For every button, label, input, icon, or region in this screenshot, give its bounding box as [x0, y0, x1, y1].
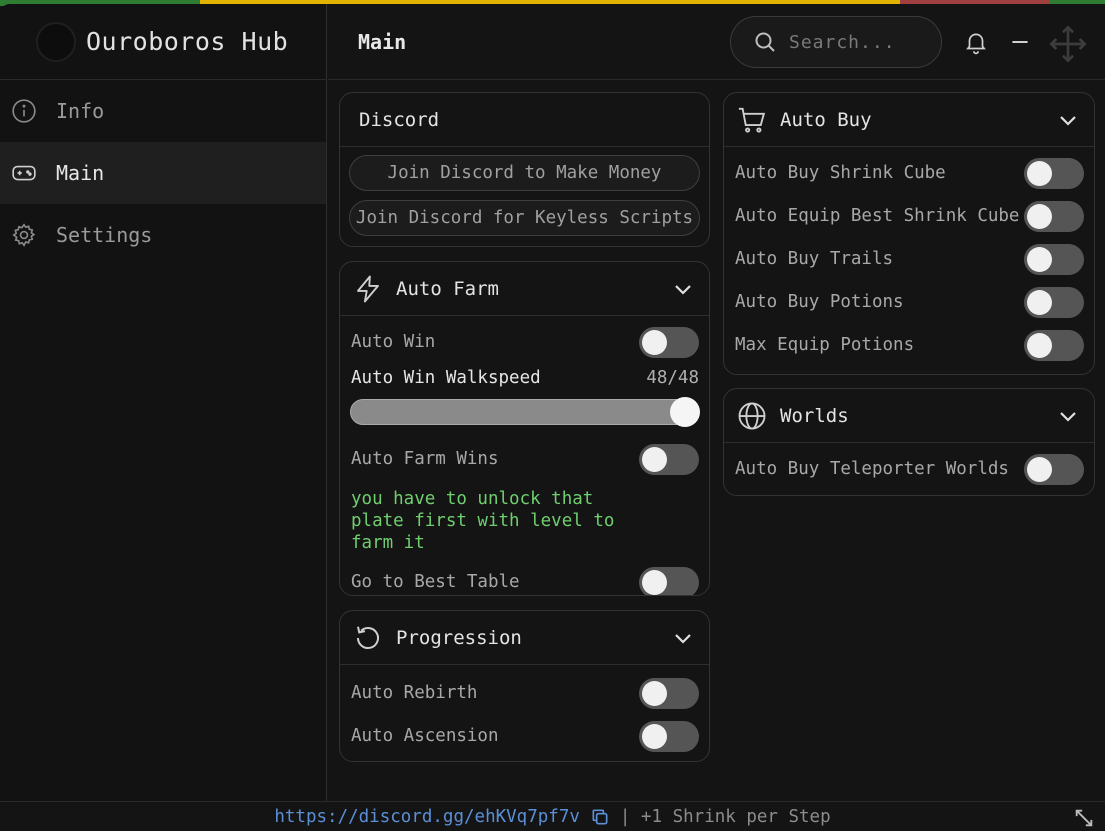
auto-farm-wins-label: Auto Farm Wins [351, 448, 499, 469]
refresh-icon [352, 622, 384, 654]
auto-farm-header[interactable]: Auto Farm [340, 262, 709, 316]
search-input[interactable]: Search... [730, 16, 942, 68]
auto-buy-header[interactable]: Auto Buy [724, 93, 1094, 147]
auto-rebirth-toggle[interactable] [639, 678, 699, 709]
auto-buy-trails-row: Auto Buy Trails [724, 237, 1094, 280]
max-equip-potions-toggle[interactable] [1024, 330, 1084, 361]
auto-ascension-toggle[interactable] [639, 721, 699, 752]
sidebar-item-info[interactable]: Info [0, 80, 326, 142]
auto-equip-best-toggle[interactable] [1024, 201, 1084, 232]
move-icon[interactable] [1048, 24, 1088, 64]
auto-buy-trails-toggle[interactable] [1024, 244, 1084, 275]
walkspeed-slider-label: Auto Win Walkspeed [351, 368, 541, 388]
app-title: Ouroboros Hub [86, 27, 289, 56]
best-table-toggle[interactable] [639, 567, 699, 595]
best-table-label: Go to Best Table [351, 571, 520, 592]
auto-win-row: Auto Win [340, 320, 709, 363]
auto-buy-card: Auto Buy Auto Buy Shrink Cube Auto Equip… [723, 92, 1095, 375]
join-discord-keyless-button[interactable]: Join Discord for Keyless Scripts [349, 200, 700, 236]
sidebar-item-label: Settings [56, 223, 153, 247]
auto-farm-wins-row: Auto Farm Wins [340, 437, 709, 480]
discord-card-header: Discord [340, 93, 709, 147]
chevron-down-icon[interactable] [671, 626, 695, 650]
auto-equip-best-label: Auto Equip Best Shrink Cube [735, 205, 1020, 226]
auto-buy-shrink-cube-toggle[interactable] [1024, 158, 1084, 189]
sidebar: Ouroboros Hub Info Main Settings [0, 4, 327, 801]
sidebar-item-label: Main [56, 161, 105, 185]
minimize-icon[interactable] [1006, 28, 1034, 56]
info-icon [10, 97, 38, 125]
logo [36, 21, 76, 62]
walkspeed-slider-header: Auto Win Walkspeed 48/48 [340, 363, 709, 393]
discord-card-title: Discord [359, 108, 440, 131]
discord-link[interactable]: https://discord.gg/ehKVq7pf7v [274, 807, 580, 827]
walkspeed-slider[interactable] [350, 397, 700, 427]
auto-rebirth-label: Auto Rebirth [351, 682, 478, 703]
auto-win-label: Auto Win [351, 331, 436, 352]
gamepad-icon [10, 159, 38, 187]
cart-icon [736, 104, 768, 136]
globe-icon [736, 400, 768, 432]
max-equip-potions-row: Max Equip Potions [724, 323, 1094, 366]
sidebar-item-main[interactable]: Main [0, 142, 326, 204]
walkspeed-slider-value: 48/48 [646, 368, 699, 388]
auto-win-toggle[interactable] [639, 327, 699, 358]
auto-buy-trails-label: Auto Buy Trails [735, 248, 894, 269]
discord-card: Discord Join Discord to Make Money Join … [339, 92, 710, 247]
chevron-down-icon[interactable] [1056, 404, 1080, 428]
auto-farm-card: Auto Farm Auto Win Auto Win Walkspeed 48… [339, 261, 710, 596]
auto-ascension-row: Auto Ascension [340, 714, 709, 757]
chevron-down-icon[interactable] [671, 277, 695, 301]
worlds-header[interactable]: Worlds [724, 389, 1094, 443]
worlds-card: Worlds Auto Buy Teleporter Worlds [723, 388, 1095, 496]
brand: Ouroboros Hub [0, 4, 326, 80]
sidebar-item-label: Info [56, 99, 105, 123]
search-placeholder: Search... [789, 31, 896, 53]
page-title: Main [358, 29, 407, 54]
bell-icon[interactable] [962, 28, 990, 56]
auto-buy-shrink-cube-label: Auto Buy Shrink Cube [735, 162, 946, 183]
auto-buy-teleporter-toggle[interactable] [1024, 454, 1084, 485]
walkspeed-slider-handle[interactable] [670, 397, 700, 427]
auto-buy-shrink-cube-row: Auto Buy Shrink Cube [724, 151, 1094, 194]
auto-farm-wins-toggle[interactable] [639, 444, 699, 475]
max-equip-potions-label: Max Equip Potions [735, 334, 915, 355]
auto-buy-potions-toggle[interactable] [1024, 287, 1084, 318]
auto-buy-potions-label: Auto Buy Potions [735, 291, 904, 312]
chevron-down-icon[interactable] [1056, 108, 1080, 132]
progression-header[interactable]: Progression [340, 611, 709, 665]
search-icon [755, 32, 775, 52]
auto-farm-title: Auto Farm [396, 277, 499, 300]
auto-buy-potions-row: Auto Buy Potions [724, 280, 1094, 323]
resize-icon[interactable] [1073, 807, 1095, 829]
sidebar-item-settings[interactable]: Settings [0, 204, 326, 266]
auto-buy-title: Auto Buy [780, 108, 872, 131]
copy-icon[interactable] [590, 807, 610, 827]
auto-buy-teleporter-label: Auto Buy Teleporter Worlds [735, 458, 1009, 479]
footer: https://discord.gg/ehKVq7pf7v | +1 Shrin… [0, 801, 1105, 831]
footer-info: | +1 Shrink per Step [619, 806, 831, 827]
auto-equip-best-row: Auto Equip Best Shrink Cube [724, 194, 1094, 237]
gear-icon [10, 221, 38, 249]
lightning-icon [352, 273, 384, 305]
auto-buy-teleporter-row: Auto Buy Teleporter Worlds [724, 447, 1094, 490]
worlds-title: Worlds [780, 404, 849, 427]
hub-window: Ouroboros Hub Info Main Settings Main Se… [0, 4, 1105, 831]
best-table-row: Go to Best Table [340, 560, 709, 595]
auto-ascension-label: Auto Ascension [351, 725, 499, 746]
auto-rebirth-row: Auto Rebirth [340, 671, 709, 714]
progression-title: Progression [396, 626, 522, 649]
join-discord-money-button[interactable]: Join Discord to Make Money [349, 155, 700, 191]
header: Main Search... [328, 4, 1105, 80]
farm-warning-note: you have to unlock that plate first with… [351, 489, 615, 553]
progression-card: Progression Auto Rebirth Auto Ascension [339, 610, 710, 762]
